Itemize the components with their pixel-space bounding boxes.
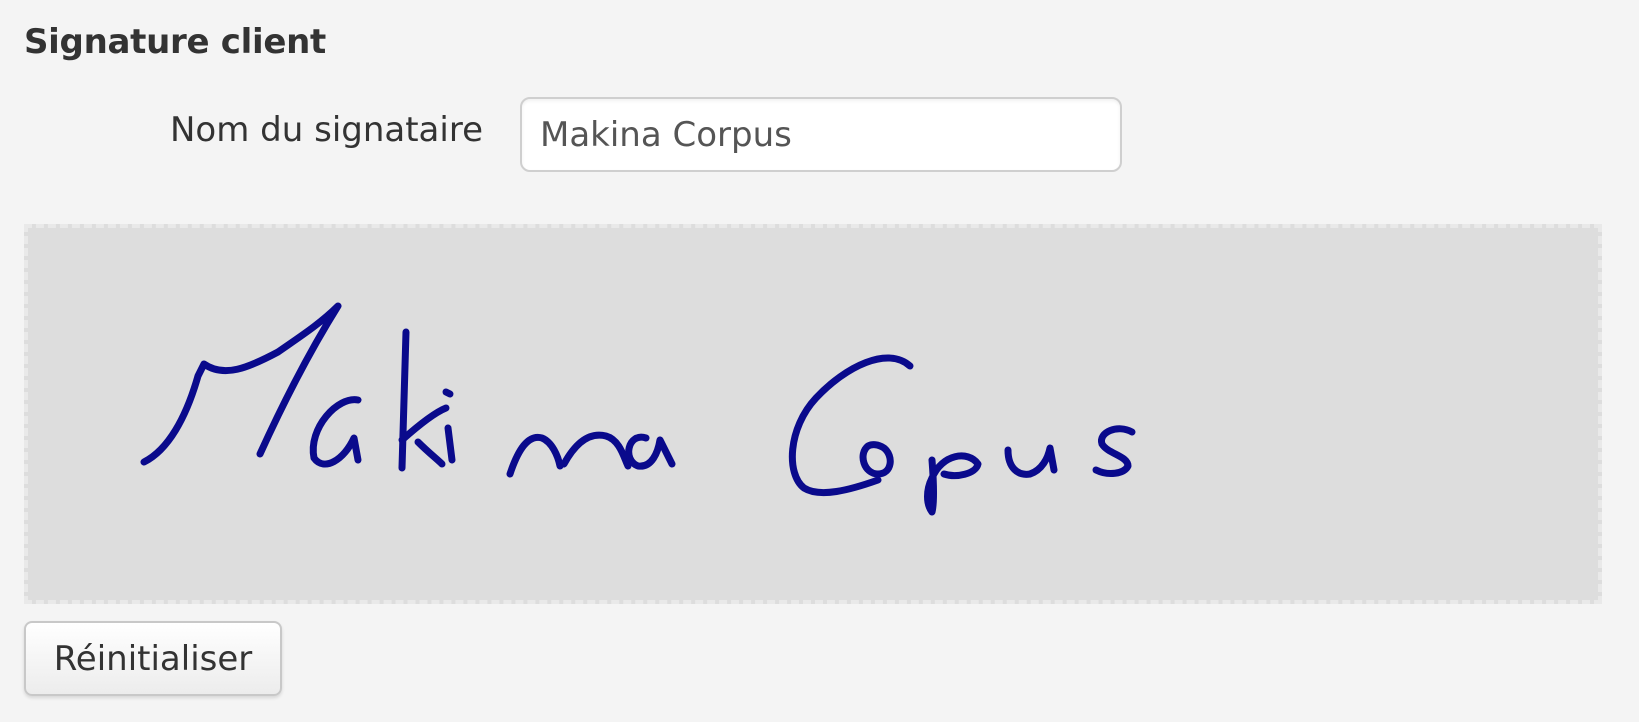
section-title: Signature client: [24, 22, 326, 62]
signature-stroke: [140, 302, 342, 466]
signature-stroke: [1092, 425, 1136, 477]
signature-stroke: [560, 431, 632, 470]
signer-name-label: Nom du signataire: [170, 110, 483, 150]
signature-stroke: [442, 388, 456, 464]
signature-pad[interactable]: [24, 224, 1602, 604]
signature-stroke: [309, 396, 362, 468]
signature-stroke: [1004, 444, 1058, 478]
signature-stroke: [506, 433, 564, 478]
signature-stroke: [398, 404, 450, 468]
reset-button[interactable]: Réinitialiser: [24, 621, 282, 696]
signer-name-input[interactable]: [520, 97, 1122, 172]
signature-stroke: [859, 441, 894, 478]
signature-drawing: [140, 302, 1136, 516]
signature-stroke: [924, 452, 982, 516]
signature-stroke: [398, 328, 410, 472]
signature-stroke: [625, 433, 676, 470]
signature-stroke: [788, 354, 914, 497]
